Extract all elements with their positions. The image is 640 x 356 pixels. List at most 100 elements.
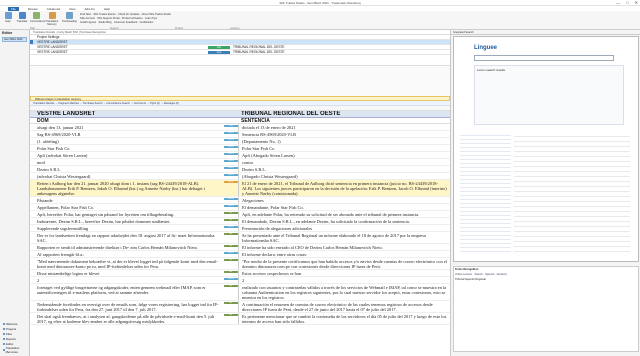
segment-row[interactable]: Apfi (advokat Sören Larsen) 100% Apfi (Abo… (30, 152, 450, 159)
concordance-button[interactable]: Concordance (30, 12, 45, 23)
table-row[interactable]: VESTRE LANDSRET Con TRIBUNAL REGIONAL DEL … (30, 50, 450, 55)
target-segment[interactable]: Polar Star Fish Co. (239, 145, 450, 151)
target-segment[interactable]: El demandado, Dezim S.R.L., en adelante … (239, 218, 450, 224)
segment-row[interactable]: (1. afdeling) 100% (Departamento No. 1) (30, 138, 450, 145)
source-segment[interactable]: Apfi (advokat Sören Larsen) (34, 152, 224, 158)
segment-row[interactable]: Der er for landsretten fremlagt en rappo… (30, 232, 450, 244)
menu-file[interactable]: File (8, 6, 19, 11)
source-segment[interactable]: Dezim S.R.L. (34, 166, 224, 172)
ribbon-row-3[interactable]: Install Ingress · Studio Blog · Customer… (80, 21, 153, 24)
source-segment[interactable]: Apfi, hereefter Polar, har gentaget sin … (34, 211, 224, 217)
source-segment[interactable]: Sag BS-4969/2020-VLR (34, 131, 224, 137)
close-icon[interactable]: ✕ (635, 0, 638, 5)
source-segment[interactable]: Af rapporten fremgår bl.a.: (34, 251, 224, 257)
source-segment[interactable]: Supplerende sagsfremstilling (34, 225, 224, 231)
segment-row[interactable]: Polar Star Fish Co. 100% Polar Star Fish C… (30, 145, 450, 152)
match-badge: AT (224, 212, 238, 214)
segment-row[interactable]: Appellanten, Polar Star Fish Co. 100% El d… (30, 204, 450, 211)
source-segment[interactable]: Der er for landsretten fremlagt en rappo… (34, 232, 224, 243)
source-segment[interactable]: Retten i Aalborg har den 21. januar 2020… (34, 180, 224, 196)
menu-addins[interactable]: Add-Ins (84, 7, 94, 11)
source-segment[interactable]: (advokat Christa Westergaard) (34, 173, 224, 179)
segment-row[interactable]: foretaget ved gyldige brugernavne og adg… (30, 284, 450, 301)
target-segment[interactable]: contra (239, 159, 450, 165)
nav-tm[interactable]: Translation Memories (0, 346, 30, 355)
target-segment[interactable]: Se ha presentado ante el Tribunal Region… (239, 232, 450, 243)
minimize-icon[interactable]: — (616, 0, 620, 5)
menu-advanced[interactable]: Advanced (47, 7, 60, 11)
source-segment[interactable]: Disse mistænkelige logins er blevet (34, 270, 224, 276)
target-segment[interactable]: "Por medio de la presente certificamos q… (239, 258, 450, 269)
match-badge: 100% (224, 153, 238, 155)
source-segment[interactable]: Det skal også fremhæves, at i analysen a… (34, 313, 224, 324)
segment-row[interactable]: Dezim S.R.L. 100% Dezim S.R.L. (30, 166, 450, 173)
source-segment[interactable]: afsagt den 13. januar 2021 (34, 124, 224, 130)
segment-row[interactable]: Nedenstående forefindes en oversigt over… (30, 301, 450, 313)
source-segment[interactable]: Appellanten, Polar Star Fish Co. (34, 204, 224, 210)
target-segment[interactable]: (Departamento No. 1) (239, 138, 450, 144)
segment-row[interactable]: afsagt den 13. januar 2021 CM dictada el 1… (30, 124, 450, 131)
target-segment[interactable]: Apfi, en adelante Polar, ha reiterado su… (239, 211, 450, 217)
target-segment[interactable]: Presentación de alegaciones adicionales (239, 225, 450, 231)
help-icon (4, 12, 12, 19)
target-segment[interactable]: 2 (239, 277, 450, 283)
target-segment[interactable]: Es pertinente mencionar que se cambió la… (239, 313, 450, 324)
segment-row[interactable]: Indstævnte, Dezim S.R.L., hereefter Dezi… (30, 218, 450, 225)
source-segment[interactable]: 2 (34, 277, 224, 283)
target-segment[interactable]: realizado con usuarios y contraseñas vál… (239, 284, 450, 300)
integrated-search-panel: Integrated Search Linguee Lorem search r… (450, 30, 640, 356)
target-segment[interactable]: (Abogado Christa Westergaard) (239, 173, 450, 179)
tm-button[interactable]: Translation Memory (44, 12, 60, 26)
segment-row[interactable]: Påstande 100% Alegaciones (30, 197, 450, 204)
target-segment[interactable]: Sentencia BS-4969/2020-VLR (239, 131, 450, 137)
menu-view[interactable]: View (69, 7, 75, 11)
segment-row[interactable]: Retten i Aalborg har den 21. januar 2020… (30, 180, 450, 197)
target-segment[interactable]: dictada el 13 de enero de 2021 (239, 124, 450, 130)
menu-review[interactable]: Review (28, 7, 38, 11)
source-segment[interactable]: Polar Star Fish Co. (34, 145, 224, 151)
segment-row[interactable]: Af rapporten fremgår bl.a.: 100% El inform… (30, 251, 450, 258)
reports-icon (3, 337, 5, 340)
target-segment[interactable]: Dezim S.R.L. (239, 166, 450, 172)
source-segment[interactable]: foretaget ved gyldige brugernavne og adg… (34, 284, 224, 295)
source-segment[interactable]: Påstande (34, 197, 224, 203)
target-segment[interactable]: El demandante, Polar Star Fish Co. (239, 204, 450, 210)
source-segment[interactable]: mod (34, 159, 224, 165)
target-segment[interactable]: Alegaciones (239, 197, 450, 203)
segment-row[interactable]: (advokat Christa Westergaard) 100% (Abogad… (30, 173, 450, 180)
browser-search-box[interactable] (474, 55, 614, 61)
search-tabs[interactable]: Integrated Search (451, 30, 640, 35)
segment-row[interactable]: Disse mistænkelige logins er blevet AT Est… (30, 270, 450, 277)
segment-row[interactable]: Sag BS-4969/2020-VLR 100% Sentencia BS-496… (30, 131, 450, 138)
target-segment[interactable]: El 21 de enero de 2021, el Tribunal de A… (239, 180, 450, 196)
segment-row[interactable]: 2 100% 2 (30, 277, 450, 284)
source-segment[interactable]: Rapporten er sendt til administrerende d… (34, 244, 224, 250)
target-segment[interactable]: El informe ha sido enviado al CEO de Dez… (239, 244, 450, 250)
segment-row[interactable]: Det skal også fremhæves, at i analysen a… (30, 313, 450, 325)
browser-view[interactable]: Linguee Lorem search results (453, 36, 639, 262)
source-segment[interactable]: "Med nærværende dokument bekræfter vi, a… (34, 258, 224, 269)
maximize-icon[interactable]: □ (626, 0, 628, 5)
target-segment[interactable]: Estos accesos sospechosos se han (239, 270, 450, 276)
segment-row[interactable]: mod 100% contra (30, 159, 450, 166)
terms-row[interactable]: Tribunal Superior Regional (454, 277, 638, 282)
source-segment[interactable]: (1. afdeling) (34, 138, 224, 144)
proofreading-button[interactable]: Proofreading (62, 12, 77, 23)
segment-row[interactable]: Supplerende sagsfremstilling 100% Presenta… (30, 225, 450, 232)
help-button[interactable]: Help (2, 12, 14, 23)
segment-row[interactable]: Apfi, hereefter Polar, har gentaget sin … (30, 211, 450, 218)
translate-button[interactable]: Translate (16, 12, 28, 23)
ribbon-row-2[interactable]: SDL Account · SDL Support Portal · Produ… (80, 17, 157, 20)
match-badge: AT (224, 285, 238, 287)
target-segment[interactable]: Apfi (Abogado Sören Larsen) (239, 152, 450, 158)
ribbon-row-1[interactable]: Find Next · SDL Trados Events · Check fo… (80, 13, 171, 16)
segment-row[interactable]: Rapporten er sendt til administrerende d… (30, 244, 450, 251)
menu-help[interactable]: Help (104, 7, 110, 11)
segment-row[interactable]: "Med nærværende dokument bekræfter vi, a… (30, 258, 450, 270)
source-segment[interactable]: Indstævnte, Dezim S.R.L., hereefter Dezi… (34, 218, 224, 224)
open-document[interactable]: Gem Blarz 2021 (2, 37, 27, 42)
target-segment[interactable]: El informe declara, entre otras cosas: (239, 251, 450, 257)
target-segment[interactable]: A continuación el resumen de cuentas de … (239, 301, 450, 312)
source-segment[interactable]: Nedenstående forefindes en oversigt over… (34, 301, 224, 312)
proofreading-icon (65, 12, 73, 19)
